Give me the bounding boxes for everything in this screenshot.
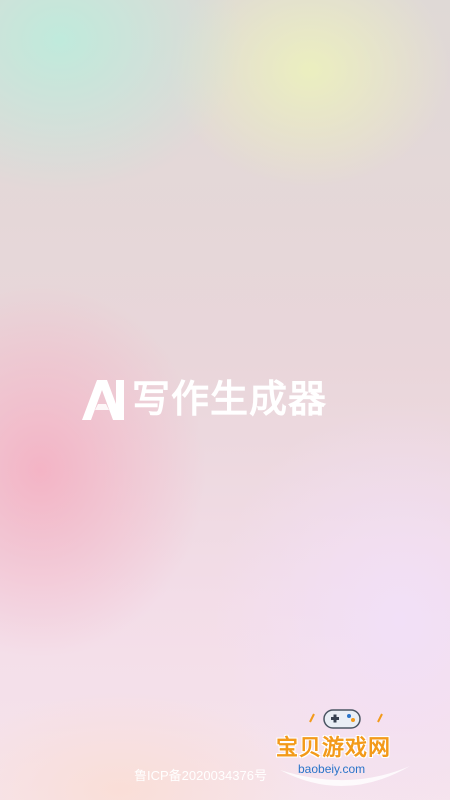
watermark-title: 宝贝游戏网 [276, 736, 392, 761]
watermark-url: baobeiy.com [298, 762, 366, 776]
site-watermark: 宝贝游戏网 baobeiy.com [270, 700, 420, 792]
ai-logo-icon [82, 380, 124, 420]
app-logo: 写作生成器 [80, 374, 327, 424]
app-title: 写作生成器 [132, 377, 328, 421]
gamepad-icon [323, 709, 361, 729]
icp-license-text: 鲁ICP备2020034376号 [134, 768, 267, 783]
